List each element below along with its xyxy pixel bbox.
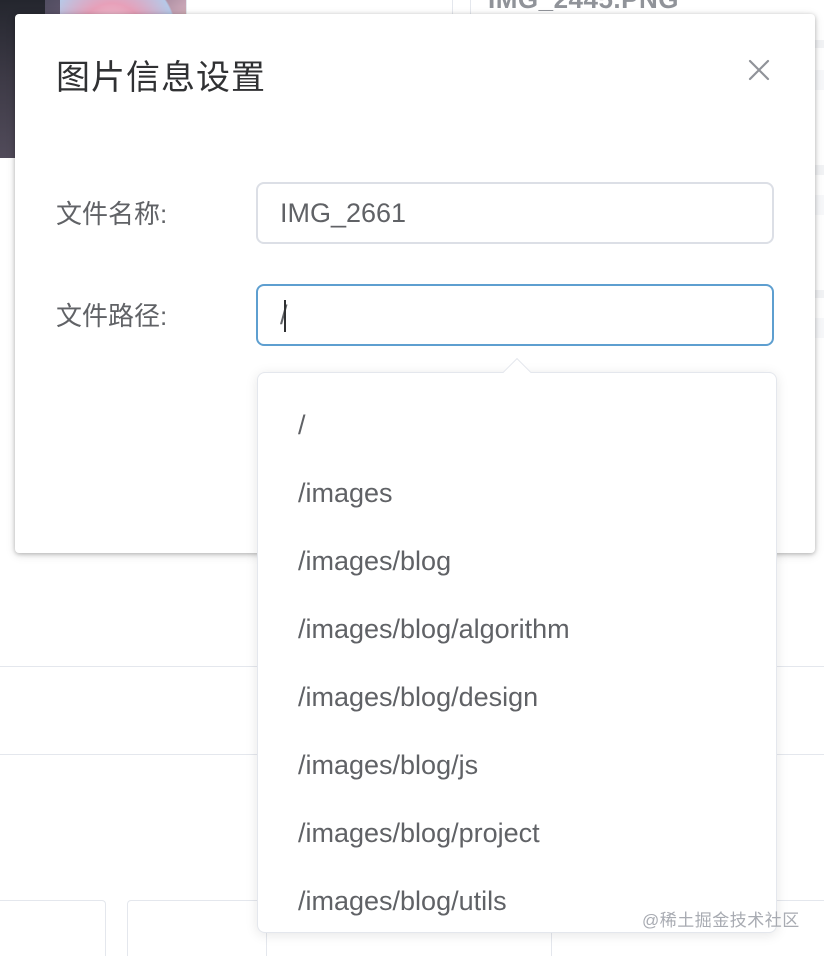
background-divider: [452, 0, 453, 14]
background-strip: [814, 165, 824, 175]
file-path-label: 文件路径:: [56, 301, 168, 331]
background-divider: [470, 0, 471, 14]
suggestion-item[interactable]: /images/blog/algorithm: [258, 595, 776, 663]
background-divider: [0, 754, 257, 755]
suggestion-item[interactable]: /: [258, 391, 776, 459]
path-suggestions-dropdown: / /images /images/blog /images/blog/algo…: [257, 372, 777, 933]
suggestion-item[interactable]: /images/blog: [258, 527, 776, 595]
text-cursor: [284, 300, 286, 332]
background-divider: [777, 666, 824, 667]
background-divider: [0, 666, 257, 667]
suggestion-item[interactable]: /images/blog/project: [258, 799, 776, 867]
file-path-input[interactable]: [256, 284, 774, 346]
background-card: [127, 900, 267, 956]
suggestion-item[interactable]: /images: [258, 459, 776, 527]
file-name-input[interactable]: [256, 182, 774, 244]
background-strip: [814, 290, 824, 298]
file-name-label: 文件名称:: [56, 199, 168, 229]
dialog-title: 图片信息设置: [56, 59, 266, 97]
background-divider: [186, 0, 187, 14]
suggestion-item[interactable]: /images/blog/design: [258, 663, 776, 731]
background-file-title: IMG_2445.PNG: [488, 0, 679, 14]
suggestion-list: / /images /images/blog /images/blog/algo…: [258, 373, 776, 932]
background-divider: [777, 754, 824, 755]
watermark: @稀土掘金技术社区: [642, 911, 800, 930]
suggestion-item[interactable]: /images/blog/js: [258, 731, 776, 799]
close-icon[interactable]: [744, 55, 774, 85]
background-strip: [814, 195, 824, 215]
background-strip: [814, 70, 824, 90]
background-strip: [814, 40, 824, 48]
background-strip: [814, 318, 824, 338]
background-card: [0, 900, 106, 956]
